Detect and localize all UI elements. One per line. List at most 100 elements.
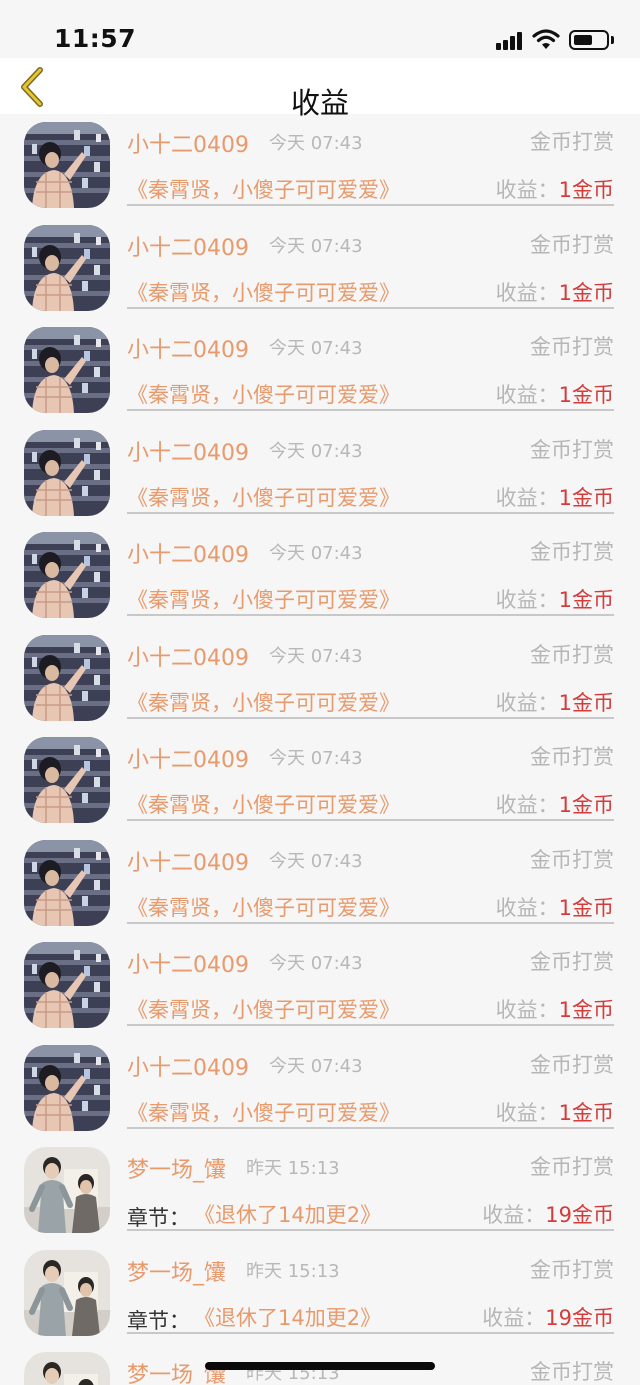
income: 收益：1金币 [496,1097,614,1127]
chapter-title[interactable]: 《秦霄贤，小傻子可可爱爱》 [127,687,400,717]
reward-type: 金币打赏 [530,1052,614,1077]
income-label: 收益： [495,383,559,407]
list-item[interactable]: 小十二0409 今天 07:43 金币打赏 《秦霄贤，小傻子可可爱爱》 收益：1金币 [0,319,640,422]
list-item[interactable]: 梦一场_馕 昨天 15:13 金币打赏 章节： 《退休了14加更2》 收益：19金币 [0,1242,640,1345]
user-name[interactable]: 小十二0409 [127,537,249,569]
chapter-title[interactable]: 《秦霄贤，小傻子可可爱爱》 [127,584,400,614]
reward-type: 金币打赏 [530,642,614,667]
user-name[interactable]: 梦一场_馕 [127,1255,226,1287]
divider [127,614,614,616]
avatar[interactable] [24,839,110,926]
chapter-title[interactable]: 《秦霄贤，小傻子可可爱爱》 [127,277,400,307]
income-label: 收益： [495,588,559,612]
income: 收益：19金币 [482,1199,614,1229]
divider [127,1229,614,1231]
income-value: 1金币 [558,1100,614,1125]
divider [127,204,614,206]
chapter-title[interactable]: 《退休了14加更2》 [194,1302,381,1332]
avatar[interactable] [24,634,110,721]
timestamp: 昨天 15:13 [246,1158,340,1179]
divider [127,1024,614,1026]
user-name[interactable]: 小十二0409 [127,332,249,364]
avatar[interactable] [24,429,110,516]
divider [127,511,614,514]
list-item[interactable]: 小十二0409 今天 07:43 金币打赏《秦霄贤，小傻子可可爱爱》 收益：1金币 [0,934,640,1037]
avatar[interactable] [24,532,110,618]
avatar[interactable] [24,1352,110,1385]
list-item[interactable]: 小十二0409 今天 07:43 金币打赏 《秦霄贤，小傻子可可爱爱》 收益：1金币 [0,729,640,832]
timestamp: 今天 07:43 [268,850,363,872]
chapter-title[interactable]: 《秦霄贤，小傻子可可爱爱》 [127,174,400,204]
income-value: 1金币 [558,383,614,407]
income-label: 收益： [495,1100,559,1125]
income-label: 收益： [482,1305,546,1330]
reward-type: 金币打赏 [530,745,614,769]
list-item[interactable]: 小十二0409 今天 07:43 金币打赏 《秦霄贤，小傻子可可爱爱》 收益：1金币 [0,217,640,320]
reward-type: 金币打赏 [530,540,614,564]
chapter-label: 章节： [127,1206,190,1230]
earnings-list: 小十二0409 今天 07:43 金币打赏 《秦霄贤，小傻子可可爱爱》 收益：1金币 小… [0,114,640,1385]
list-item[interactable]: 小十二0409 今天 07:43 金币打赏 《秦霄贤，小傻子可可爱爱》 收益：1金币 [0,114,640,217]
chapter-title[interactable]: 《秦霄贤，小傻子可可爱爱》 [127,1097,400,1127]
avatar[interactable] [24,1044,110,1131]
list-item[interactable]: 小十二0409 今天 07:43 金币打赏《秦霄贤，小傻子可可爱爱》 收益：1金币 [0,832,640,935]
user-name[interactable]: 小十二0409 [127,845,249,877]
chapter-title[interactable]: 《退休了14加更2》 [194,1199,381,1229]
user-name[interactable]: 小十二0409 [127,742,249,774]
chapter-title[interactable]: 《秦霄贤，小傻子可可爱爱》 [127,892,400,922]
income-label: 收益： [495,998,559,1022]
income-value: 1金币 [558,793,614,817]
avatar[interactable] [24,942,110,1028]
chapter-label: 章节： [127,1308,190,1333]
timestamp: 今天 07:43 [268,543,363,564]
income: 收益：1金币 [496,379,614,409]
divider [127,1126,614,1129]
chapter-title[interactable]: 《秦霄贤，小傻子可可爱爱》 [127,789,400,819]
list-item[interactable]: 小十二0409 今天 07:43 金币打赏 《秦霄贤，小傻子可可爱爱》 收益：1金币 [0,1037,640,1140]
home-indicator [205,1362,435,1370]
income-value: 19金币 [545,1203,614,1227]
reward-type: 金币打赏 [530,950,614,974]
nav-bar: 收益 [0,58,640,120]
list-item[interactable]: 小十二0409 今天 07:43 金币打赏《秦霄贤，小傻子可可爱爱》 收益：1金币 [0,524,640,627]
timestamp: 昨天 15:13 [246,1260,340,1282]
avatar[interactable] [24,1249,110,1336]
user-name[interactable]: 小十二0409 [127,127,249,159]
income-value: 19金币 [545,1305,614,1330]
user-name[interactable]: 梦一场_馕 [127,1152,226,1184]
income: 收益：1金币 [496,789,614,819]
timestamp: 今天 07:43 [268,440,363,462]
reward-type: 金币打赏 [530,335,614,359]
user-name[interactable]: 小十二0409 [127,1050,249,1082]
wifi-icon [532,28,560,50]
list-item[interactable]: 小十二0409 今天 07:43 金币打赏 《秦霄贤，小傻子可可爱爱》 收益：1金币 [0,422,640,525]
user-name[interactable]: 小十二0409 [127,230,249,262]
battery-nub [611,36,614,44]
chapter-title[interactable]: 《秦霄贤，小傻子可可爱爱》 [127,379,400,409]
reward-type: 金币打赏 [530,847,614,872]
income-label: 收益： [482,1203,546,1227]
avatar[interactable] [24,122,110,208]
chapter-title[interactable]: 《秦霄贤，小傻子可可爱爱》 [127,994,400,1024]
avatar[interactable] [24,1147,110,1233]
income-value: 1金币 [558,588,614,612]
user-name[interactable]: 小十二0409 [127,947,249,979]
income: 收益：1金币 [496,482,614,512]
avatar[interactable] [24,327,110,413]
income-label: 收益： [495,895,559,920]
income-value: 1金币 [558,895,614,920]
avatar[interactable] [24,737,110,823]
income: 收益：1金币 [496,687,614,717]
list-item[interactable]: 小十二0409 今天 07:43 金币打赏《秦霄贤，小傻子可可爱爱》 收益：1金币 [0,627,640,730]
user-name[interactable]: 小十二0409 [127,640,249,672]
list-item[interactable]: 梦一场_馕 昨天 15:13 金币打赏 章节： 《退休了14加更2》 收益：19金币 [0,1139,640,1242]
income: 收益：1金币 [496,994,614,1024]
avatar[interactable] [24,224,110,311]
chapter-title[interactable]: 《秦霄贤，小傻子可可爱爱》 [127,482,400,512]
timestamp: 今天 07:43 [268,235,363,257]
income: 收益：19金币 [482,1302,614,1332]
timestamp: 今天 07:43 [268,645,363,667]
income-value: 1金币 [558,998,614,1022]
user-name[interactable]: 小十二0409 [127,435,249,467]
timestamp: 今天 07:43 [268,953,363,974]
